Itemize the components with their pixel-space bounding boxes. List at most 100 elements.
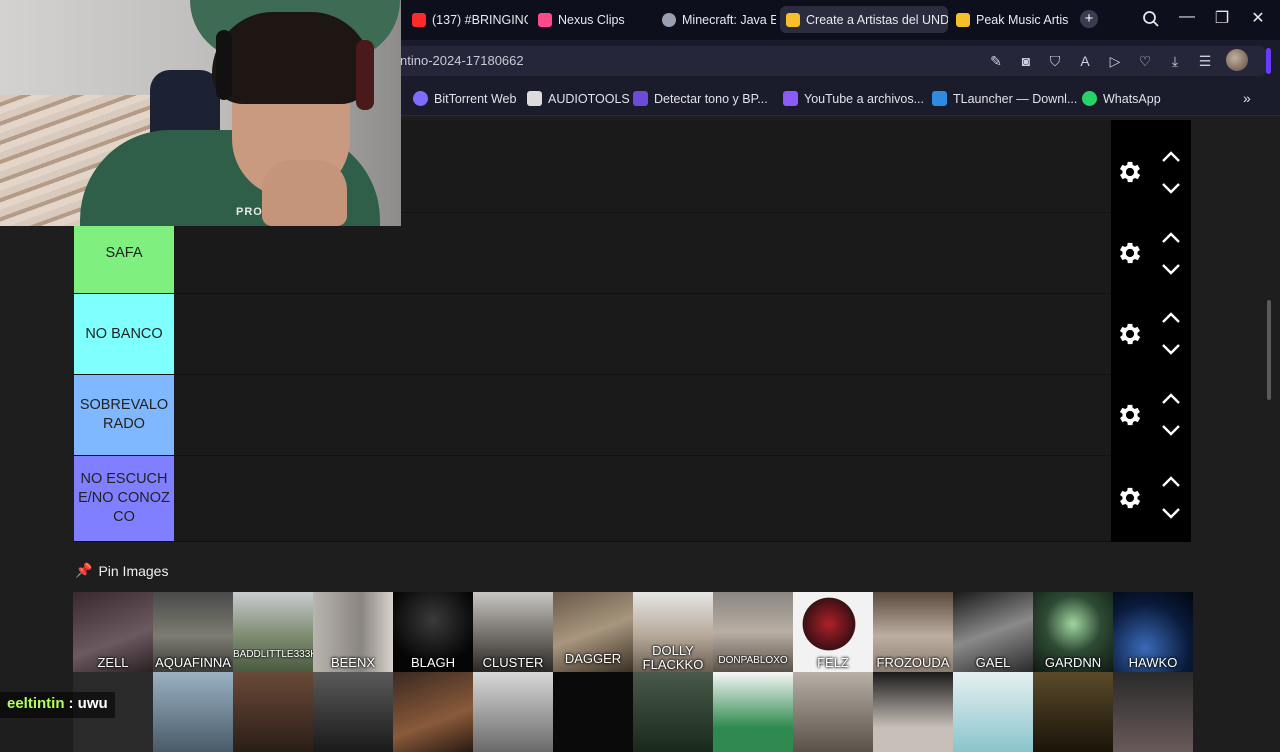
tier-label[interactable]: SOBREVALORADO xyxy=(74,375,174,455)
artist-card[interactable] xyxy=(1113,672,1193,752)
tier-label[interactable]: SAFA xyxy=(74,226,174,293)
webcam-hair xyxy=(212,12,372,104)
tiermaker-icon xyxy=(786,12,800,27)
search-tabs-icon[interactable] xyxy=(1142,10,1160,28)
bookmark-label: AUDIOTOOLS xyxy=(548,91,630,106)
artist-card[interactable]: HAWKO xyxy=(1113,592,1193,672)
bittorrent-icon xyxy=(413,91,428,106)
artist-card[interactable] xyxy=(313,672,393,752)
move-up-icon[interactable] xyxy=(1160,475,1182,489)
gear-icon[interactable] xyxy=(1116,320,1144,348)
move-up-icon[interactable] xyxy=(1160,150,1182,164)
pin-images-title: Pin Images xyxy=(98,562,169,579)
artist-card[interactable]: BEENX xyxy=(313,592,393,672)
minecraft-icon xyxy=(662,12,676,27)
artist-card[interactable]: DAGGER xyxy=(553,592,633,672)
new-tab-button[interactable]: + xyxy=(1080,10,1098,28)
artist-card[interactable]: DOLLY FLACKKO xyxy=(633,592,713,672)
profile-avatar[interactable] xyxy=(1226,49,1248,71)
artist-card[interactable] xyxy=(393,672,473,752)
minimize-button[interactable]: — xyxy=(1175,8,1199,26)
move-down-icon[interactable] xyxy=(1160,262,1182,276)
artist-card[interactable]: FROZOUDA xyxy=(873,592,953,672)
artist-name: FELZ xyxy=(817,655,849,670)
tab-youtube[interactable]: (137) #BRINGING xyxy=(406,6,528,33)
bookmark-label: WhatsApp xyxy=(1103,91,1161,106)
bookmark-tlauncher[interactable]: TLauncher — Downl... xyxy=(932,91,1077,106)
artist-card[interactable] xyxy=(553,672,633,752)
move-up-icon[interactable] xyxy=(1160,311,1182,325)
bookmark-bittorrent[interactable]: BitTorrent Web xyxy=(413,91,516,106)
tier-drop-zone[interactable] xyxy=(174,294,1111,374)
artist-card[interactable]: GARDNN xyxy=(1033,592,1113,672)
chat-text: : uwu xyxy=(68,695,108,712)
pin-images-header: 📌 Pin Images xyxy=(75,562,168,579)
bookmark-audiotools[interactable]: AUDIOTOOLS xyxy=(527,91,630,106)
artist-card[interactable] xyxy=(873,672,953,752)
heart-icon[interactable]: ♡ xyxy=(1136,52,1154,70)
artist-name: GARDNN xyxy=(1044,655,1102,670)
bookmark-label: Detectar tono y BP... xyxy=(654,91,768,106)
tiermaker-icon xyxy=(956,12,970,27)
address-url[interactable]: ntino-2024-17180662 xyxy=(400,53,524,68)
bookmark-whatsapp[interactable]: WhatsApp xyxy=(1082,91,1161,106)
camera-icon[interactable]: ◙ xyxy=(1017,52,1035,70)
artist-card[interactable] xyxy=(713,672,793,752)
move-up-icon[interactable] xyxy=(1160,392,1182,406)
shield-icon[interactable]: ⛉ xyxy=(1046,52,1064,70)
artist-card[interactable] xyxy=(153,672,233,752)
bookmark-label: BitTorrent Web xyxy=(434,91,517,106)
bookmark-detectar-tono[interactable]: Detectar tono y BP... xyxy=(633,91,768,106)
artist-card[interactable] xyxy=(793,672,873,752)
tier-drop-zone[interactable] xyxy=(174,375,1111,455)
gear-icon[interactable] xyxy=(1116,158,1144,186)
hoodie-print: PRO xyxy=(236,206,263,218)
tier-label[interactable]: NO ESCUCHE/NO CONOZCO xyxy=(74,456,174,541)
move-up-icon[interactable] xyxy=(1160,231,1182,245)
edit-icon[interactable]: ✎ xyxy=(987,52,1005,70)
artist-card[interactable]: BADDLITTLE333K xyxy=(233,592,313,672)
artist-card[interactable]: BLAGH xyxy=(393,592,473,672)
tier-drop-zone[interactable] xyxy=(174,456,1111,541)
download-icon[interactable]: ⤓ xyxy=(1166,52,1184,70)
artist-card[interactable]: CLUSTER xyxy=(473,592,553,672)
page-scrollbar[interactable] xyxy=(1267,300,1271,400)
artist-name: GAEL xyxy=(975,655,1011,670)
artist-card[interactable]: AQUAFINNA xyxy=(153,592,233,672)
tier-label[interactable]: NO BANCO xyxy=(74,294,174,374)
artist-card[interactable] xyxy=(633,672,713,752)
tier-drop-zone[interactable] xyxy=(174,226,1111,293)
tab-tier-create[interactable]: Create a Artistas del UND xyxy=(780,6,948,33)
menu-icon[interactable]: ☰ xyxy=(1196,52,1214,70)
bookmark-youtube-converter[interactable]: YouTube a archivos... xyxy=(783,91,924,106)
artist-card[interactable]: GAEL xyxy=(953,592,1033,672)
artist-card[interactable]: DONPABLOXO xyxy=(713,592,793,672)
headphone-right xyxy=(356,40,374,110)
gear-icon[interactable] xyxy=(1116,239,1144,267)
artist-card[interactable] xyxy=(1033,672,1113,752)
sidebar-toggle[interactable] xyxy=(1266,48,1271,74)
bookmarks-overflow-button[interactable]: » xyxy=(1243,90,1251,106)
artist-card[interactable] xyxy=(953,672,1033,752)
move-down-icon[interactable] xyxy=(1160,423,1182,437)
move-down-icon[interactable] xyxy=(1160,506,1182,520)
move-down-icon[interactable] xyxy=(1160,181,1182,195)
artist-card[interactable] xyxy=(473,672,553,752)
restore-button[interactable]: ❐ xyxy=(1210,8,1234,28)
youtube-icon xyxy=(412,12,426,27)
translate-icon[interactable]: A xyxy=(1076,52,1094,70)
close-window-button[interactable]: ✕ xyxy=(1246,8,1270,28)
tab-label: Minecraft: Java Ed xyxy=(682,12,776,27)
chat-username: eeltintin xyxy=(7,695,65,712)
artist-card[interactable]: FELZ xyxy=(793,592,873,672)
tab-minecraft[interactable]: Minecraft: Java Ed xyxy=(656,6,776,33)
gear-icon[interactable] xyxy=(1116,484,1144,512)
move-down-icon[interactable] xyxy=(1160,342,1182,356)
gear-icon[interactable] xyxy=(1116,401,1144,429)
tab-label: Nexus Clips xyxy=(558,12,625,27)
artist-card[interactable] xyxy=(233,672,313,752)
artist-card[interactable]: ZELL xyxy=(73,592,153,672)
tab-nexus-clips[interactable]: Nexus Clips xyxy=(532,6,650,33)
tab-peak-music[interactable]: Peak Music Artists xyxy=(950,6,1068,33)
play-icon[interactable]: ▷ xyxy=(1106,52,1124,70)
